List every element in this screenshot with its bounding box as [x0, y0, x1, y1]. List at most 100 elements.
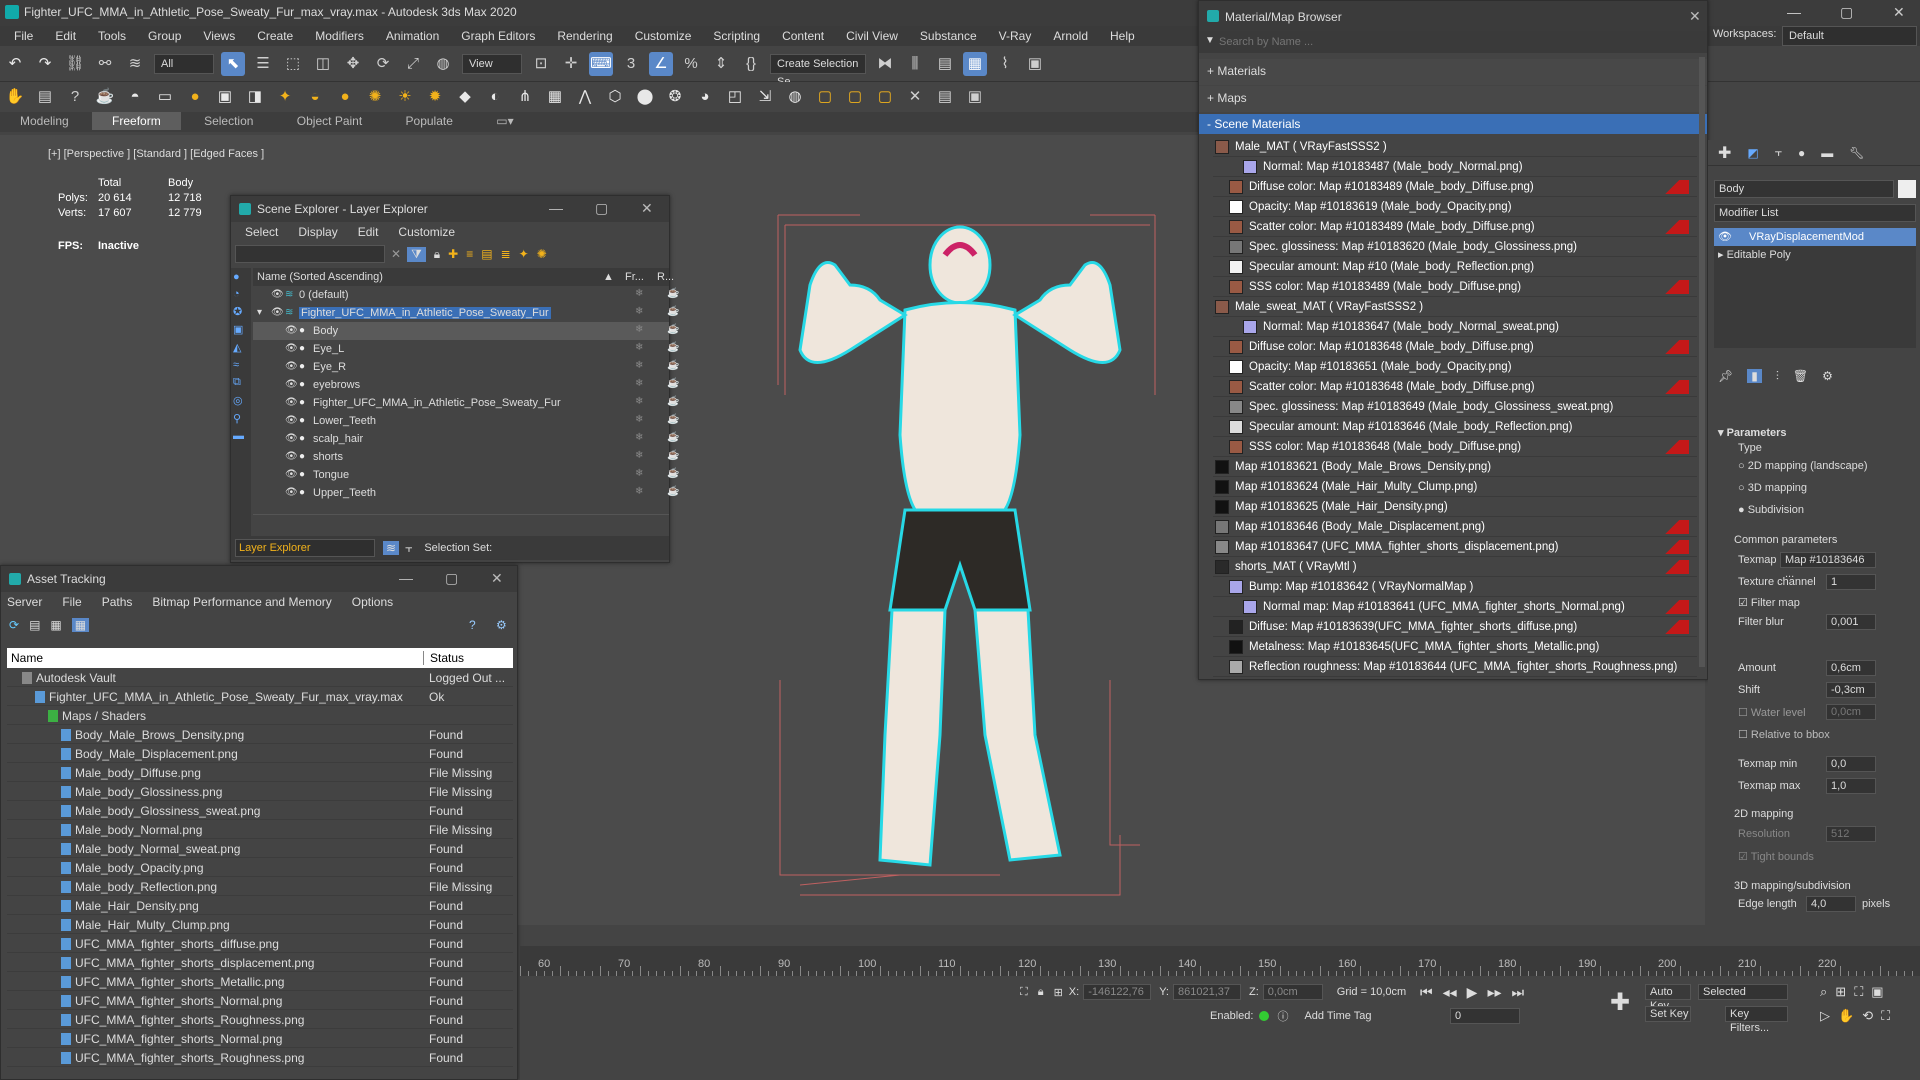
visibility-eye-icon[interactable]: 👁︎: [285, 397, 298, 408]
plane-icon[interactable]: ▦: [543, 85, 567, 109]
teapot-icon[interactable]: ☕: [93, 85, 117, 109]
at-row[interactable]: Male_body_Normal_sweat.png Found: [7, 839, 513, 858]
pin-stack-icon[interactable]: 📌︎: [1718, 369, 1733, 383]
menu-arnold[interactable]: Arnold: [1053, 29, 1088, 43]
at-row[interactable]: UFC_MMA_fighter_shorts_Roughness.png Foun…: [7, 1048, 513, 1067]
col-name[interactable]: Name (Sorted Ascending): [257, 271, 383, 283]
display-all-icon[interactable]: ▬: [233, 430, 249, 442]
rect-selection-icon[interactable]: ⬚: [281, 52, 305, 76]
minimize-icon[interactable]: —: [1787, 4, 1801, 20]
mb-row[interactable]: Diffuse color: Map #10183648 (Male_body_…: [1213, 337, 1697, 357]
visibility-eye-icon[interactable]: 👁︎: [285, 361, 298, 372]
at-menu-paths[interactable]: Paths: [102, 595, 133, 609]
modify-tab-icon[interactable]: ◩: [1747, 146, 1758, 160]
close-icon[interactable]: ✕: [1689, 8, 1701, 25]
mirror-icon[interactable]: ⧓: [873, 52, 897, 76]
mb-row[interactable]: Specular amount: Map #10 (Male_body_Refl…: [1213, 257, 1697, 277]
modifier-list-dropdown[interactable]: Modifier List: [1714, 204, 1916, 222]
mb-scrollbar[interactable]: [1699, 57, 1705, 667]
se-row[interactable]: 👁︎ ● Eye_R ❄ ☕: [253, 358, 679, 376]
ies-light-icon[interactable]: ✺: [363, 85, 387, 109]
texmap-button[interactable]: Map #10183646 ...: [1780, 552, 1876, 580]
hierarchy-tab-icon[interactable]: ⫟: [1775, 145, 1782, 160]
se-menu-edit[interactable]: Edit: [358, 225, 379, 239]
enabled-indicator[interactable]: [1259, 1011, 1270, 1021]
exporter-icon[interactable]: ⇲: [753, 85, 777, 109]
workspace-dropdown[interactable]: Default: [1782, 26, 1917, 46]
fp-icon-2[interactable]: ▢: [843, 85, 867, 109]
abs-rel-icon[interactable]: ⊞: [1054, 986, 1063, 999]
renderable-icon[interactable]: ☕: [667, 468, 679, 479]
timeline-ruler[interactable]: 60 70 80 90 100 110 120 130 140 150 160 170 180 190 20…: [520, 946, 1920, 976]
layers-icon[interactable]: ≣: [501, 247, 511, 261]
renderable-icon[interactable]: ☕: [667, 396, 679, 407]
play-icon[interactable]: ▶: [1467, 984, 1478, 1001]
mb-row[interactable]: Normal: Map #10183487 (Male_body_Normal.…: [1213, 157, 1697, 177]
freeze-icon[interactable]: ❄: [635, 288, 643, 299]
hierarchy-icon[interactable]: ⫟: [405, 541, 412, 556]
se-search-input[interactable]: [235, 245, 385, 263]
sphere-light-icon[interactable]: ●: [333, 85, 357, 109]
key-filters-button[interactable]: Key Filters...: [1725, 1006, 1788, 1034]
show-end-result-icon[interactable]: ▮: [1747, 369, 1762, 383]
renderable-icon[interactable]: ☕: [667, 324, 679, 335]
visibility-eye-icon[interactable]: 👁︎: [285, 343, 298, 354]
section-scene-materials[interactable]: - Scene Materials: [1199, 114, 1707, 134]
renderable-icon[interactable]: ☕: [667, 414, 679, 425]
mb-row[interactable]: Diffuse color: Map #10183489 (Male_body_…: [1213, 177, 1697, 197]
mb-row[interactable]: Map #10183646 (Body_Male_Displacement.pn…: [1213, 517, 1697, 537]
freeze-icon[interactable]: ❄: [635, 342, 643, 353]
se-row[interactable]: 👁︎ ≋ 0 (default) ❄ ☕: [253, 286, 679, 304]
display-tab-icon[interactable]: ▬: [1821, 146, 1833, 160]
go-to-start-icon[interactable]: ⏮: [1420, 984, 1433, 1001]
mb-row[interactable]: Reflection roughness: Map #10183644 (UFC…: [1213, 657, 1697, 677]
filter-map-checkbox[interactable]: ☑ Filter map: [1738, 596, 1800, 609]
motion-tab-icon[interactable]: ●: [1798, 146, 1805, 160]
expand-icon[interactable]: ▾: [257, 307, 262, 318]
snap-icon[interactable]: 3: [619, 52, 643, 76]
menu-file[interactable]: File: [14, 29, 33, 43]
mb-row[interactable]: Opacity: Map #10183619 (Male_body_Opacit…: [1213, 197, 1697, 217]
help-icon[interactable]: ?: [63, 85, 87, 109]
mb-row[interactable]: Map #10183647 (UFC_MMA_fighter_shorts_di…: [1213, 537, 1697, 557]
at-row[interactable]: Male_Hair_Multy_Clump.png Found: [7, 915, 513, 934]
table-view-icon[interactable]: ▦: [71, 618, 90, 632]
scale-icon[interactable]: ⤢: [401, 52, 425, 76]
current-frame-field[interactable]: 0: [1450, 1008, 1520, 1024]
zoom-icon[interactable]: ⌕: [1820, 984, 1827, 1000]
at-row[interactable]: Body_Male_Brows_Density.png Found: [7, 725, 513, 744]
se-row[interactable]: 👁︎ ● shorts ❄ ☕: [253, 448, 679, 466]
display-xrefs-icon[interactable]: ◎: [233, 394, 249, 407]
mb-row[interactable]: Male_sweat_MAT ( VRayFastSSS2 ): [1213, 297, 1697, 317]
options-icon[interactable]: ⚙: [496, 618, 507, 632]
renderable-icon[interactable]: ☕: [667, 306, 679, 317]
z-field[interactable]: 0,0cm: [1262, 984, 1323, 1000]
display-spacewarps-icon[interactable]: ≈: [233, 359, 249, 371]
visibility-eye-icon[interactable]: 👁︎: [285, 469, 298, 480]
maximize-icon[interactable]: ▢: [445, 570, 458, 587]
menu-content[interactable]: Content: [782, 29, 824, 43]
rotate-icon[interactable]: ⟳: [371, 52, 395, 76]
menu-substance[interactable]: Substance: [920, 29, 977, 43]
fur-icon[interactable]: ⋔: [513, 85, 537, 109]
at-row[interactable]: Male_body_Diffuse.png File Missing: [7, 763, 513, 782]
pivot-icon[interactable]: ⊡: [529, 52, 553, 76]
se-row[interactable]: 👁︎ ● Upper_Teeth ❄ ☕: [253, 484, 679, 502]
create-selection-set-dropdown[interactable]: Create Selection Se: [770, 53, 866, 88]
fp-icon-3[interactable]: ▢: [873, 85, 897, 109]
close-icon[interactable]: ✕: [641, 200, 653, 217]
render-icon[interactable]: ▣: [213, 85, 237, 109]
viewport-label[interactable]: [+] [Perspective ] [Standard ] [Edged Fa…: [48, 148, 264, 160]
mb-row[interactable]: Spec. glossiness: Map #10183620 (Male_bo…: [1213, 237, 1697, 257]
utilities-tab-icon[interactable]: 🔧︎: [1849, 146, 1864, 160]
menu-views[interactable]: Views: [203, 29, 235, 43]
info-icon[interactable]: ⓘ: [1277, 1008, 1288, 1024]
at-col-status[interactable]: Status: [423, 651, 464, 665]
mb-row[interactable]: Normal map: Map #10183641 (UFC_MMA_fight…: [1213, 597, 1697, 617]
tab-selection[interactable]: Selection: [184, 112, 273, 130]
sun-icon[interactable]: ☀: [393, 85, 417, 109]
highlight-icon[interactable]: ✦: [519, 247, 529, 261]
menu-civil-view[interactable]: Civil View: [846, 29, 898, 43]
menu-animation[interactable]: Animation: [386, 29, 439, 43]
zoom-extents-icon[interactable]: ⛶: [1854, 984, 1863, 1000]
